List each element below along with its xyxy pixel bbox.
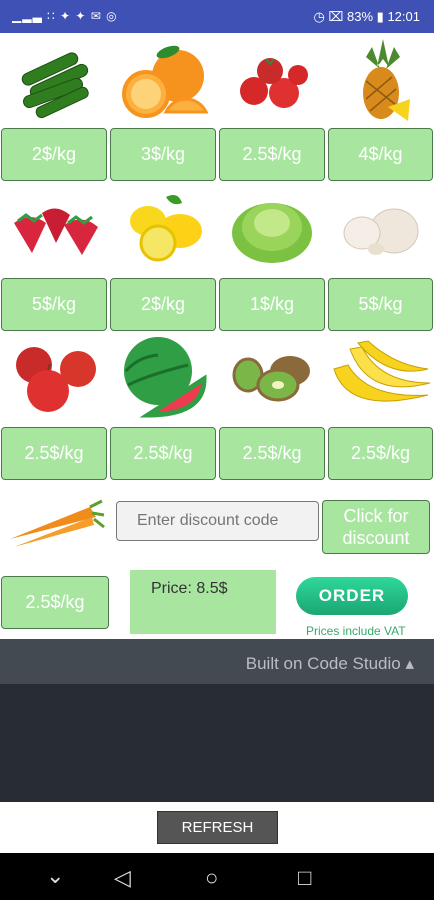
lemon-image[interactable] (122, 191, 206, 263)
status-right: ◷ ⌧ 83% ▮ 12:01 (313, 9, 420, 25)
apple-image[interactable] (8, 339, 102, 415)
status-bar: ▁▂▃ ∷ ✦ ✦ ✉ ◎ ◷ ⌧ 83% ▮ 12:01 (0, 0, 434, 33)
price-button-banana[interactable]: 2.5$/kg (328, 427, 433, 480)
banana-image[interactable] (328, 339, 432, 417)
price-button-apple[interactable]: 2.5$/kg (1, 427, 107, 480)
order-button[interactable]: ORDER (296, 577, 408, 615)
price-button-strawberry[interactable]: 5$/kg (1, 278, 107, 331)
price-button-carrot[interactable]: 2.5$/kg (1, 576, 109, 629)
price-button-cucumber[interactable]: 2$/kg (1, 128, 107, 181)
discount-button[interactable]: Click for discount (322, 500, 430, 554)
garlic-image[interactable] (340, 201, 422, 259)
clock: 12:01 (387, 9, 420, 24)
battery-percent: 83% (347, 9, 374, 24)
cucumber-image[interactable] (10, 41, 98, 121)
price-button-pineapple[interactable]: 4$/kg (328, 128, 433, 181)
bottom-toolbar: REFRESH (0, 802, 434, 853)
home-icon[interactable]: ○ (205, 865, 218, 891)
recents-icon[interactable]: □ (298, 865, 311, 891)
back-icon[interactable]: ◁ (114, 865, 131, 891)
carrot-image[interactable] (6, 493, 106, 549)
code-studio-panel (0, 684, 434, 802)
lettuce-image[interactable] (228, 189, 316, 269)
watermelon-image[interactable] (118, 335, 208, 419)
price-button-garlic[interactable]: 5$/kg (328, 278, 433, 331)
pineapple-image[interactable] (352, 37, 414, 125)
alarm-icon: ◷ (313, 9, 325, 24)
app-content: 2$/kg 3$/kg 2.5$/kg 4$/kg 5$/kg 2$/kg 1$… (0, 33, 434, 639)
status-icons: ▁▂▃ ∷ ✦ ✦ ✉ ◎ (12, 9, 118, 23)
total-price: Price: 8.5$ (130, 570, 276, 634)
price-button-kiwi[interactable]: 2.5$/kg (219, 427, 325, 480)
discount-code-input[interactable] (116, 501, 319, 541)
system-nav-bar: ⌄ ◁ ○ □ (0, 853, 434, 900)
vat-note: Prices include VAT (306, 624, 406, 638)
refresh-button[interactable]: REFRESH (157, 811, 278, 844)
kiwi-image[interactable] (230, 351, 314, 403)
strawberry-image[interactable] (6, 197, 102, 259)
price-button-tomato[interactable]: 2.5$/kg (219, 128, 325, 181)
battery-icon: ▮ (376, 9, 384, 24)
tomato-image[interactable] (232, 51, 312, 113)
price-button-lemon[interactable]: 2$/kg (110, 278, 216, 331)
bluetooth-icon: ⌧ (328, 9, 344, 24)
chevron-down-icon[interactable]: ⌄ (46, 863, 64, 889)
price-button-lettuce[interactable]: 1$/kg (219, 278, 325, 331)
built-on-code-studio-bar[interactable]: Built on Code Studio ▴ (0, 639, 434, 684)
orange-image[interactable] (116, 38, 210, 124)
total-price-label: Price: 8.5$ (151, 580, 228, 597)
price-button-orange[interactable]: 3$/kg (110, 128, 216, 181)
price-button-watermelon[interactable]: 2.5$/kg (110, 427, 216, 480)
